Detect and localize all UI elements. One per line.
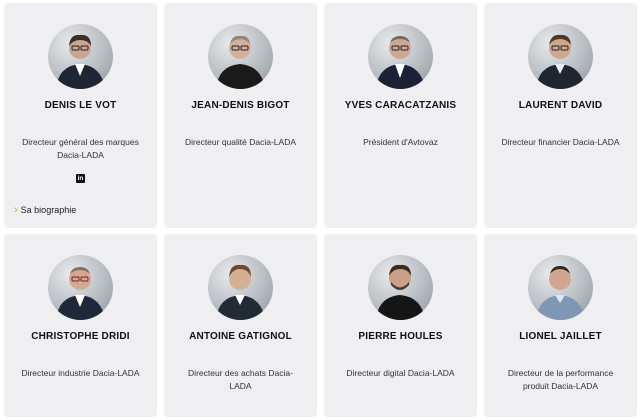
- person-card: CHRISTOPHE DRIDI Directeur industrie Dac…: [4, 234, 157, 417]
- linkedin-icon[interactable]: in: [76, 174, 85, 183]
- person-title: Directeur de la performance produit Daci…: [507, 368, 614, 391]
- person-title: Directeur qualité Dacia-LADA: [184, 137, 297, 147]
- person-name: PIERRE HOULES: [358, 331, 443, 342]
- chevron-right-icon: ›: [14, 204, 18, 216]
- avatar: [48, 24, 113, 89]
- person-card: ANTOINE GATIGNOL Directeur des achats Da…: [164, 234, 317, 417]
- person-card: LIONEL JAILLET Directeur de la performan…: [484, 234, 637, 417]
- person-card: LAURENT DAVID Directeur financier Dacia-…: [484, 3, 637, 228]
- person-name: YVES CARACATZANIS: [344, 100, 457, 111]
- avatar: [48, 255, 113, 320]
- person-title: Directeur digital Dacia-LADA: [346, 368, 455, 378]
- person-card: JEAN-DENIS BIGOT Directeur qualité Dacia…: [164, 3, 317, 228]
- person-name: CHRISTOPHE DRIDI: [31, 331, 130, 342]
- biography-link-label: Sa biographie: [20, 205, 77, 215]
- person-name: LAURENT DAVID: [518, 100, 603, 111]
- avatar: [528, 255, 593, 320]
- person-name: DENIS LE VOT: [44, 100, 117, 111]
- person-title: Président d'Avtovaz: [363, 137, 438, 147]
- person-title: Directeur industrie Dacia-LADA: [21, 368, 140, 378]
- avatar: [368, 24, 433, 89]
- person-card: DENIS LE VOT Directeur général des marqu…: [4, 3, 157, 228]
- person-name: ANTOINE GATIGNOL: [189, 331, 292, 342]
- avatar: [208, 255, 273, 320]
- person-title: Directeur financier Dacia-LADA: [501, 137, 620, 147]
- avatar: [208, 24, 273, 89]
- person-title: Directeur des achats Dacia-LADA: [188, 368, 293, 391]
- person-name: JEAN-DENIS BIGOT: [191, 100, 290, 111]
- person-card: YVES CARACATZANIS Président d'Avtovaz: [324, 3, 477, 228]
- leadership-grid: DENIS LE VOT Directeur général des marqu…: [0, 0, 640, 420]
- avatar: [368, 255, 433, 320]
- biography-link[interactable]: › Sa biographie: [14, 204, 76, 216]
- person-name: LIONEL JAILLET: [519, 331, 602, 342]
- avatar: [528, 24, 593, 89]
- person-card: PIERRE HOULES Directeur digital Dacia-LA…: [324, 234, 477, 417]
- person-title: Directeur général des marques Dacia-LADA: [22, 137, 139, 160]
